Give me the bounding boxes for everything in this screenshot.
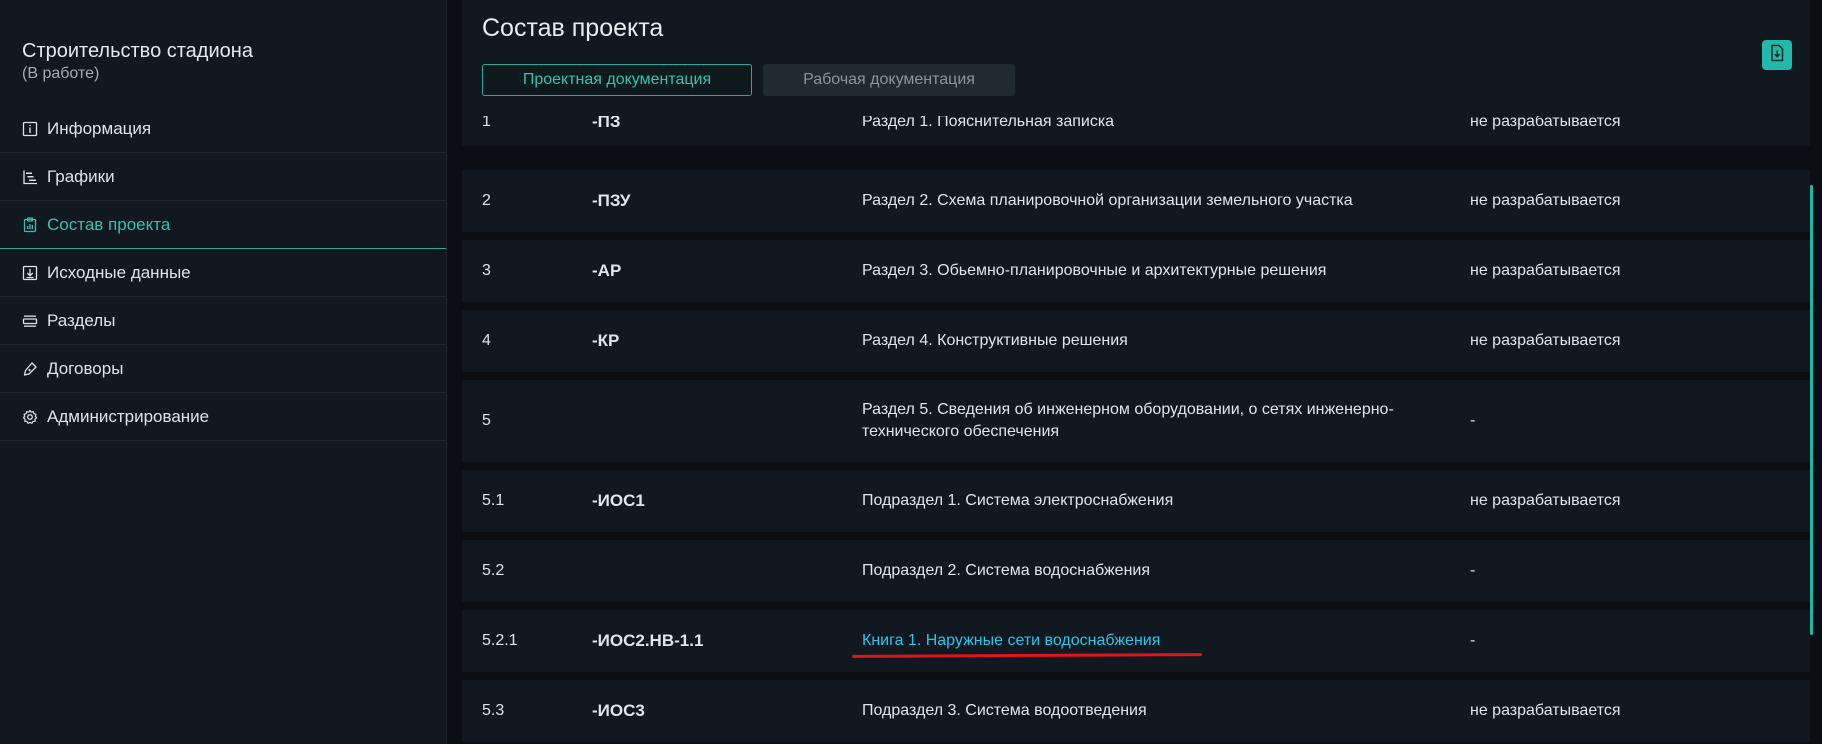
row-number: 5.2 (482, 562, 505, 579)
row-number: 5 (482, 412, 491, 429)
sidebar: Строительство стадиона (В работе) Информ… (0, 0, 447, 744)
row-status: не разрабатывается (1470, 116, 1621, 130)
sidebar-item-info[interactable]: Информация (0, 105, 446, 153)
row-code: -АР (592, 261, 622, 280)
table-row[interactable]: 5.2 Подраздел 2. Система водоснабжения - (462, 540, 1810, 602)
row-status: не разрабатывается (1470, 332, 1621, 349)
row-status: - (1470, 412, 1476, 429)
sidebar-item-label: Администрирование (47, 406, 210, 426)
row-code: -ИОС3 (592, 701, 645, 720)
clipboard-chart-icon (22, 216, 38, 233)
row-number: 3 (482, 262, 491, 279)
project-composition-table: 1 -ПЗ Раздел 1. Пояснительная записка не… (462, 116, 1810, 744)
row-name: Подраздел 1. Система электроснабжения (862, 492, 1174, 509)
row-code: -ИОС2.НВ-1.1 (592, 631, 704, 650)
layers-icon (22, 313, 38, 329)
row-code: -КР (592, 331, 620, 350)
sidebar-item-administration[interactable]: Администрирование (0, 393, 446, 441)
vertical-scrollbar[interactable] (1810, 185, 1813, 635)
row-status: не разрабатывается (1470, 262, 1621, 279)
document-link[interactable]: Книга 1. Наружные сети водоснабжения (862, 630, 1160, 652)
row-number: 2 (482, 192, 491, 209)
sidebar-item-source-data[interactable]: Исходные данные (0, 249, 446, 297)
sidebar-item-label: Разделы (47, 310, 116, 330)
row-code (592, 380, 832, 462)
sidebar-item-contracts[interactable]: Договоры (0, 345, 446, 393)
sidebar-item-project-composition[interactable]: Состав проекта (0, 201, 446, 249)
row-status: не разрабатывается (1470, 492, 1621, 509)
sidebar-menu: Информация Графики Состав проекта Исходн… (0, 105, 446, 441)
table-row[interactable]: 5 Раздел 5. Сведения об инженерном обору… (462, 380, 1810, 462)
export-button[interactable] (1762, 40, 1792, 70)
row-name: Подраздел 3. Система водоотведения (862, 702, 1147, 719)
row-code (592, 540, 832, 602)
info-icon (22, 121, 38, 137)
tab-project-documentation[interactable]: Проектная документация (482, 64, 752, 96)
row-name: Раздел 1. Пояснительная записка (862, 116, 1115, 130)
row-name: Подраздел 2. Система водоснабжения (862, 562, 1150, 579)
project-title: Строительство стадиона (22, 40, 253, 62)
row-name: Раздел 5. Сведения об инженерном оборудо… (862, 401, 1394, 440)
row-status: не разрабатывается (1470, 192, 1621, 209)
row-code: -ПЗУ (592, 191, 631, 210)
table-row[interactable]: 5.3 -ИОС3 Подраздел 3. Система водоотвед… (462, 680, 1810, 742)
download-box-icon (22, 265, 38, 281)
row-name: Раздел 4. Конструктивные решения (862, 332, 1128, 349)
table-row[interactable]: 2 -ПЗУ Раздел 2. Схема планировочной орг… (462, 170, 1810, 232)
tab-working-documentation[interactable]: Рабочая документация (763, 64, 1015, 96)
row-status: не разрабатывается (1470, 702, 1621, 719)
row-number: 5.3 (482, 702, 505, 719)
sidebar-item-sections[interactable]: Разделы (0, 297, 446, 345)
row-code: -ПЗ (592, 116, 621, 131)
row-number: 5.1 (482, 492, 505, 509)
gantt-chart-icon (22, 169, 38, 185)
row-name: Раздел 2. Схема планировочной организаци… (862, 192, 1353, 209)
row-name: Раздел 3. Обьемно-планировочные и архите… (862, 262, 1327, 279)
table-row[interactable]: 1 -ПЗ Раздел 1. Пояснительная записка не… (462, 116, 1810, 146)
table-row[interactable]: 3 -АР Раздел 3. Обьемно-планировочные и … (462, 240, 1810, 302)
table-row[interactable]: 4 -КР Раздел 4. Конструктивные решения н… (462, 310, 1810, 372)
sidebar-item-label: Графики (47, 166, 115, 186)
sidebar-item-label: Исходные данные (47, 262, 191, 282)
row-status: - (1470, 562, 1476, 579)
sidebar-item-charts[interactable]: Графики (0, 153, 446, 201)
table-row[interactable]: 5.1 -ИОС1 Подраздел 1. Система электросн… (462, 470, 1810, 532)
row-number: 1 (482, 116, 491, 130)
page-title: Состав проекта (482, 14, 664, 42)
file-download-icon (1768, 44, 1786, 67)
row-number: 4 (482, 332, 491, 349)
row-status: - (1470, 632, 1476, 649)
pen-icon (22, 361, 38, 377)
sidebar-item-label: Состав проекта (47, 214, 171, 234)
gear-icon (22, 409, 38, 425)
project-status: (В работе) (22, 65, 100, 82)
content-header: Состав проекта Проектная документация Ра… (462, 0, 1810, 116)
table-row[interactable]: 5.2.1 -ИОС2.НВ-1.1 Книга 1. Наружные сет… (462, 610, 1810, 672)
sidebar-item-label: Информация (47, 118, 152, 138)
row-number: 5.2.1 (482, 632, 518, 649)
sidebar-item-label: Договоры (47, 358, 124, 378)
row-code: -ИОС1 (592, 491, 645, 510)
row-name-cell: Книга 1. Наружные сети водоснабжения (862, 610, 1432, 672)
